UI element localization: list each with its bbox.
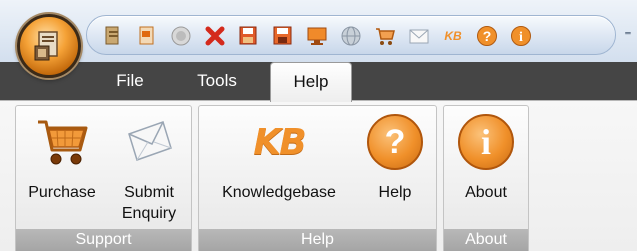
svg-text:?: ?: [483, 28, 492, 44]
ribbon-group-help: KB Knowledgebase ? Help Help: [198, 105, 437, 251]
svg-text:i: i: [519, 30, 523, 45]
knowledgebase-icon: KB: [239, 114, 319, 170]
document-icon[interactable]: [101, 24, 125, 48]
help-label: Help: [378, 184, 412, 201]
quick-access-toolbar: KB ? i: [86, 15, 616, 55]
ribbon-group-support: Purchase Submit Enquiry Support: [15, 105, 192, 251]
monitor-icon[interactable]: [305, 24, 329, 48]
help-icon[interactable]: ?: [475, 24, 499, 48]
ribbon-panel: Purchase Submit Enquiry Support KB Knowl…: [0, 100, 637, 251]
group-title-about: About: [444, 229, 528, 251]
mail-icon[interactable]: [407, 24, 431, 48]
save-as-icon[interactable]: [271, 24, 295, 48]
shopping-cart-icon: [38, 120, 88, 165]
envelope-icon: [128, 121, 172, 161]
help-circle-icon: ?: [367, 114, 423, 170]
save-icon[interactable]: [237, 24, 261, 48]
purchase-button[interactable]: Purchase: [22, 108, 102, 230]
group-title-support: Support: [16, 229, 191, 251]
globe-icon[interactable]: [339, 24, 363, 48]
application-menu-button[interactable]: [17, 14, 81, 78]
help-glyph: ?: [384, 123, 406, 161]
tab-file[interactable]: File: [104, 62, 156, 100]
ribbon-group-about: i About About: [443, 105, 529, 251]
submit-enquiry-label: Submit Enquiry: [121, 184, 177, 222]
submit-enquiry-button[interactable]: Submit Enquiry: [111, 108, 187, 230]
delete-icon[interactable]: [203, 24, 227, 48]
knowledgebase-logo-text: KB: [253, 121, 306, 163]
purchase-label: Purchase: [28, 184, 96, 201]
app-logo-icon: [34, 31, 58, 61]
about-button[interactable]: i About: [448, 108, 524, 230]
kb-icon-text: KB: [444, 29, 462, 43]
kb-icon[interactable]: KB: [441, 24, 465, 48]
about-glyph: i: [480, 122, 491, 162]
tab-help[interactable]: Help: [270, 62, 352, 102]
group-title-help: Help: [199, 229, 436, 251]
tab-tools[interactable]: Tools: [186, 62, 248, 100]
help-button[interactable]: ? Help: [359, 108, 431, 230]
about-label: About: [465, 184, 507, 201]
page-icon[interactable]: [135, 24, 159, 48]
quick-access-strip: KB ? i ⁼: [0, 0, 637, 62]
ribbon-tab-bar: File Tools Help: [0, 62, 637, 102]
knowledgebase-button[interactable]: KB Knowledgebase: [205, 108, 353, 230]
info-circle-icon: i: [458, 114, 514, 170]
info-icon[interactable]: i: [509, 24, 533, 48]
cart-icon[interactable]: [373, 24, 397, 48]
knowledgebase-label: Knowledgebase: [222, 184, 336, 201]
customize-toolbar-button[interactable]: ⁼: [622, 20, 634, 50]
stop-icon[interactable]: [169, 24, 193, 48]
